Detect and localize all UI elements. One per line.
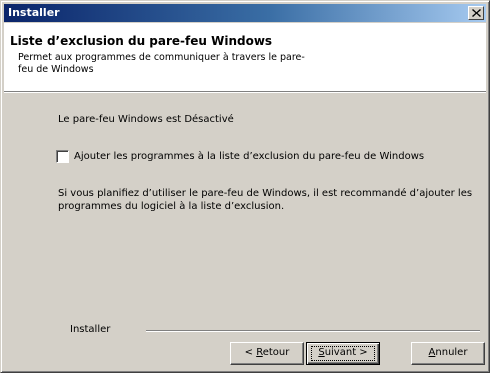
next-button-label: uivant > <box>324 347 368 358</box>
add-to-exclusion-label[interactable]: Ajouter les programmes à la liste d’excl… <box>74 151 424 162</box>
installer-dialog: Installer Liste d’exclusion du pare-feu … <box>0 0 490 373</box>
close-icon <box>472 9 481 17</box>
back-button-prefix: < <box>244 347 257 358</box>
footer-divider <box>146 330 480 332</box>
cancel-button[interactable]: Annuler <box>411 342 485 365</box>
header-divider <box>4 92 486 93</box>
window-title: Installer <box>8 6 60 19</box>
close-button[interactable] <box>468 6 484 20</box>
firewall-status-text: Le pare-feu Windows est Désactivé <box>58 114 234 125</box>
page-subtitle: Permet aux programmes de communiquer à t… <box>18 52 305 75</box>
add-to-exclusion-checkbox[interactable] <box>56 150 69 163</box>
recommendation-text: Si vous planifiez d’utiliser le pare-feu… <box>58 188 473 212</box>
cancel-button-label: nnuler <box>435 347 468 358</box>
footer-group-label: Installer <box>70 324 111 335</box>
back-button[interactable]: < Retour <box>230 342 304 365</box>
header-panel: Liste d’exclusion du pare-feu Windows Pe… <box>4 23 486 92</box>
page-title: Liste d’exclusion du pare-feu Windows <box>10 34 273 48</box>
next-button[interactable]: Suivant > <box>306 342 380 365</box>
back-button-label: etour <box>262 347 290 358</box>
title-bar[interactable]: Installer <box>4 4 486 22</box>
